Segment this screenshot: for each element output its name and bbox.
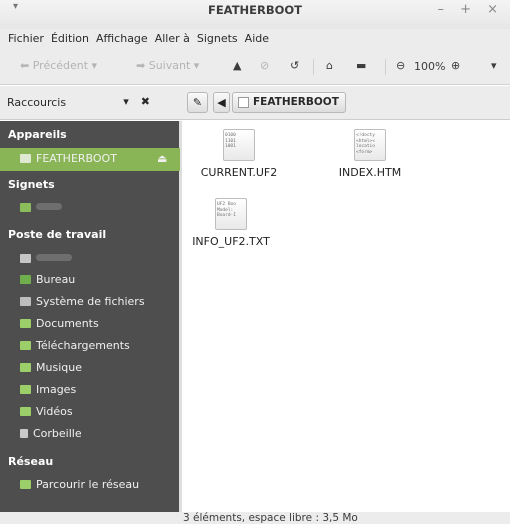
menu-fichier[interactable]: Fichier xyxy=(8,29,47,49)
window-controls[interactable]: – + × xyxy=(437,2,504,17)
path-bar: ✎ ◀ FEATHERBOOT xyxy=(180,86,510,120)
sidebar-section-network: Réseau xyxy=(8,455,54,468)
music-folder-icon xyxy=(20,363,31,372)
sidebar-item-documents[interactable]: Documents xyxy=(20,314,99,334)
toggle-location-button[interactable]: ✎ xyxy=(187,92,208,113)
back-label: Précédent xyxy=(32,59,89,72)
eject-icon[interactable]: ⏏ xyxy=(157,149,167,169)
close-icon[interactable]: ✖ xyxy=(141,95,162,108)
home-folder-icon xyxy=(20,254,31,263)
trash-icon xyxy=(20,429,28,438)
zoom-out-icon[interactable]: ⊖ xyxy=(396,59,405,72)
menu-bar: Fichier Édition Affichage Aller à Signet… xyxy=(0,29,510,49)
sidebar-item-featherboot-label: FEATHERBOOT xyxy=(20,149,117,169)
path-left-arrow-icon[interactable]: ◀ xyxy=(213,92,230,113)
file-item[interactable]: <!docty <html>< locatio <form> INDEX.HTM xyxy=(325,129,415,179)
sidebar-item-systeme[interactable]: Système de fichiers xyxy=(20,292,145,312)
sidebar-item-bookmark[interactable] xyxy=(20,198,62,218)
file-preview: 0100 1101 1001 xyxy=(225,133,236,149)
forward-label: Suivant xyxy=(148,59,191,72)
sidebar-section-bookmarks: Signets xyxy=(8,178,55,191)
menu-aide[interactable]: Aide xyxy=(245,29,272,49)
filesystem-icon xyxy=(20,297,31,306)
zoom-level: 100% xyxy=(414,60,446,73)
sidebar-item-telechargements[interactable]: Téléchargements xyxy=(20,336,130,356)
html-file-icon: <!docty <html>< locatio <form> xyxy=(354,129,386,161)
file-name: INDEX.HTM xyxy=(338,166,402,179)
desktop-icon xyxy=(20,275,31,284)
file-view[interactable]: 0100 1101 1001 CURRENT.UF2 <!docty <html… xyxy=(182,121,510,512)
menu-signets[interactable]: Signets xyxy=(197,29,241,49)
menu-edition[interactable]: Édition xyxy=(51,29,92,49)
status-text: 3 éléments, espace libre : 3,5 Mo xyxy=(183,512,358,524)
forward-button[interactable]: ➡ Suivant ▾ xyxy=(136,59,199,72)
sidebar-item-label: Images xyxy=(36,383,77,396)
sidebar-item-label: Documents xyxy=(36,317,99,330)
redacted-label xyxy=(36,203,62,210)
sidebar-item-label: Corbeille xyxy=(33,427,82,440)
redacted-label xyxy=(36,254,72,261)
downloads-folder-icon xyxy=(20,341,31,350)
back-button[interactable]: ⬅ Précédent ▾ xyxy=(20,59,97,72)
status-bar: 3 éléments, espace libre : 3,5 Mo xyxy=(0,512,510,524)
sidepane-header: Raccourcis ▾✖ xyxy=(0,86,180,120)
toolbar-separator xyxy=(385,59,386,75)
sidebar-item-label: Parcourir le réseau xyxy=(36,478,140,491)
computer-icon[interactable]: ▬ xyxy=(356,59,366,72)
binary-file-icon: 0100 1101 1001 xyxy=(223,129,255,161)
breadcrumb[interactable]: FEATHERBOOT xyxy=(232,92,346,113)
zoom-in-icon[interactable]: ⊕ xyxy=(451,59,460,72)
folder-icon xyxy=(20,203,31,212)
home-icon[interactable]: ⌂ xyxy=(326,59,333,72)
file-item[interactable]: 0100 1101 1001 CURRENT.UF2 xyxy=(194,129,284,179)
sidepane-selector[interactable]: Raccourcis xyxy=(7,96,66,109)
up-arrow-icon[interactable]: ▲ xyxy=(233,59,241,72)
toolbar: ⬅ Précédent ▾ ➡ Suivant ▾ ▲ ⊘ ↺ ⌂ ▬ ⊖ 10… xyxy=(0,49,510,85)
sidebar-item-videos[interactable]: Vidéos xyxy=(20,402,73,422)
text-file-icon: UF2 Boo Model: Board-I xyxy=(215,198,247,230)
overflow-chevron-icon[interactable]: ▾ xyxy=(491,59,497,72)
network-icon xyxy=(20,480,31,489)
window-title: FEATHERBOOT xyxy=(207,3,303,17)
sidebar-item-musique[interactable]: Musique xyxy=(20,358,82,378)
stop-icon[interactable]: ⊘ xyxy=(260,59,269,72)
sidepane-header-icons: ▾✖ xyxy=(123,95,162,108)
videos-folder-icon xyxy=(20,407,31,416)
device-label: FEATHERBOOT xyxy=(36,152,117,165)
sidebar-item-label: Vidéos xyxy=(36,405,73,418)
sidebar-item-label: Système de fichiers xyxy=(36,295,145,308)
sidebar-item-label: Téléchargements xyxy=(36,339,130,352)
sidebar-item-corbeille[interactable]: Corbeille xyxy=(20,424,82,444)
sidebar-item-images[interactable]: Images xyxy=(20,380,76,400)
reload-icon[interactable]: ↺ xyxy=(290,59,299,72)
sidebar-item-label: Musique xyxy=(36,361,82,374)
sidebar-item-label: Bureau xyxy=(36,273,76,286)
drive-icon xyxy=(238,97,249,108)
sidebar-section-devices: Appareils xyxy=(8,128,67,141)
documents-folder-icon xyxy=(20,319,31,328)
drive-icon xyxy=(20,154,31,163)
sidebar-section-computer: Poste de travail xyxy=(8,228,107,241)
file-item[interactable]: UF2 Boo Model: Board-I INFO_UF2.TXT xyxy=(186,198,276,248)
sidebar-item-bureau[interactable]: Bureau xyxy=(20,270,75,290)
sidebar-item-home[interactable] xyxy=(20,249,72,269)
menu-affichage[interactable]: Affichage xyxy=(96,29,151,49)
file-name: INFO_UF2.TXT xyxy=(192,235,270,248)
menu-aller-a[interactable]: Aller à xyxy=(155,29,193,49)
pictures-folder-icon xyxy=(20,385,31,394)
breadcrumb-label: FEATHERBOOT xyxy=(253,96,339,108)
title-bar: ▾ FEATHERBOOT – + × xyxy=(0,0,510,30)
toolbar-separator xyxy=(313,59,314,75)
file-preview: UF2 Boo Model: Board-I xyxy=(217,202,236,218)
file-name: CURRENT.UF2 xyxy=(200,166,278,179)
chevron-down-icon[interactable]: ▾ xyxy=(123,95,141,108)
file-preview: <!docty <html>< locatio <form> xyxy=(356,133,375,155)
sidebar-item-network[interactable]: Parcourir le réseau xyxy=(20,475,139,495)
